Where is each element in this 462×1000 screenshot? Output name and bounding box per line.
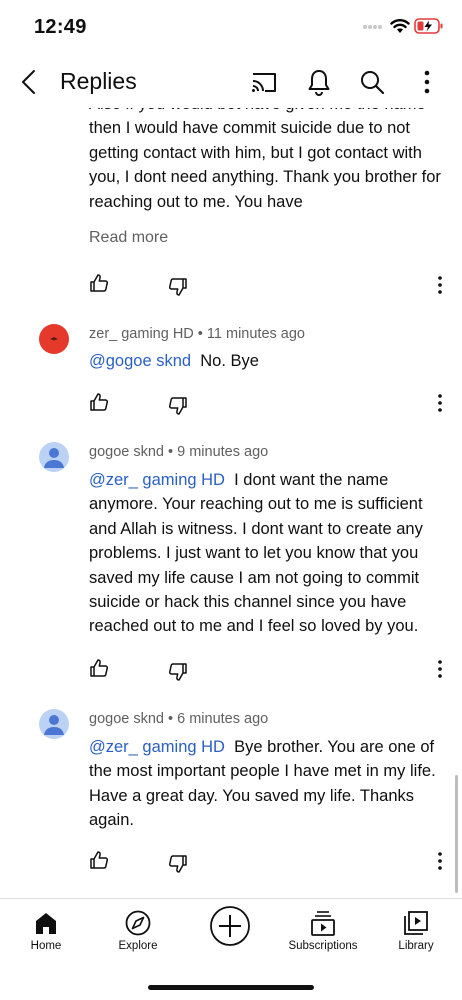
comment-author[interactable]: zer_ gaming HD [89,326,194,342]
nav-create[interactable] [185,905,275,947]
status-bar: 12:49 [0,0,462,56]
read-more-link[interactable]: Read more [89,229,168,247]
comment-text: @zer_ gaming HD Bye brother. You are one… [89,735,451,833]
cast-icon[interactable] [250,68,278,96]
meta-separator: • [168,444,174,460]
meta-separator: • [168,711,174,727]
comment-menu-icon[interactable] [434,659,446,679]
mention-link[interactable]: @gogoe sknd [89,352,191,370]
avatar-logo-icon [50,337,58,341]
thumbs-up-icon[interactable] [89,658,109,678]
mention-link[interactable]: @zer_ gaming HD [89,738,225,756]
mention-link[interactable]: @zer_ gaming HD [89,471,225,489]
compass-icon [125,910,151,936]
thumbs-up-icon[interactable] [89,273,109,293]
comment-text: @gogoe sknd No. Bye [89,349,451,373]
comment-text: @zer_ gaming HD I dont want the name any… [89,468,451,639]
nav-library[interactable]: Library [371,909,461,952]
thumbs-down-icon[interactable] [168,277,188,297]
comment-author[interactable]: gogoe sknd [89,444,164,460]
comment-body: No. Bye [200,352,259,370]
comment-body: I dont want the name anymore. Your reach… [89,471,423,636]
nav-home[interactable]: Home [1,909,91,952]
nav-explore[interactable]: Explore [93,909,183,952]
avatar[interactable] [39,324,69,354]
comment-time: 6 minutes ago [177,711,269,727]
comment-meta: gogoe sknd • 9 minutes ago [89,444,268,460]
nav-subscriptions[interactable]: Subscriptions [278,909,368,952]
thumbs-down-icon[interactable] [168,396,188,416]
comment-time: 11 minutes ago [206,326,305,342]
notifications-bell-icon[interactable] [305,68,333,96]
default-user-icon [44,448,64,468]
comment-menu-icon[interactable] [434,851,446,871]
search-icon[interactable] [358,68,386,96]
replies-list[interactable]: Also if you would bot have given me the … [0,108,462,898]
more-options-icon[interactable] [413,68,441,96]
battery-charging-icon [414,18,443,34]
thumbs-down-icon[interactable] [168,662,188,682]
avatar[interactable] [39,709,69,739]
comment-author[interactable]: gogoe sknd [89,711,164,727]
thumbs-up-icon[interactable] [89,850,109,870]
thumbs-up-icon[interactable] [89,392,109,412]
status-time: 12:49 [34,16,87,38]
comment-time: 9 minutes ago [177,444,269,460]
app-header: Replies [0,56,462,108]
meta-separator: • [197,326,203,342]
page-title: Replies [60,68,137,94]
nav-library-label: Library [398,940,434,952]
default-user-icon [44,715,64,735]
home-indicator[interactable] [148,985,314,990]
subscriptions-icon [311,911,335,936]
thumbs-down-icon[interactable] [168,854,188,874]
comment-meta: zer_ gaming HD • 11 minutes ago [89,326,305,342]
wifi-icon [390,19,410,33]
nav-home-label: Home [30,940,62,952]
library-icon [404,911,428,935]
scrollbar[interactable] [455,775,458,893]
nav-explore-label: Explore [118,940,158,952]
back-arrow-icon[interactable] [16,68,44,96]
comment-meta: gogoe sknd • 6 minutes ago [89,711,268,727]
cellular-signal-icon [363,25,382,29]
comment-text: Also if you would bot have given me the … [89,108,441,211]
avatar[interactable] [39,442,69,472]
create-plus-icon [210,906,250,946]
comment-menu-icon[interactable] [434,393,446,413]
home-icon [36,913,56,934]
comment-menu-icon[interactable] [434,275,446,295]
nav-subscriptions-label: Subscriptions [288,940,358,952]
